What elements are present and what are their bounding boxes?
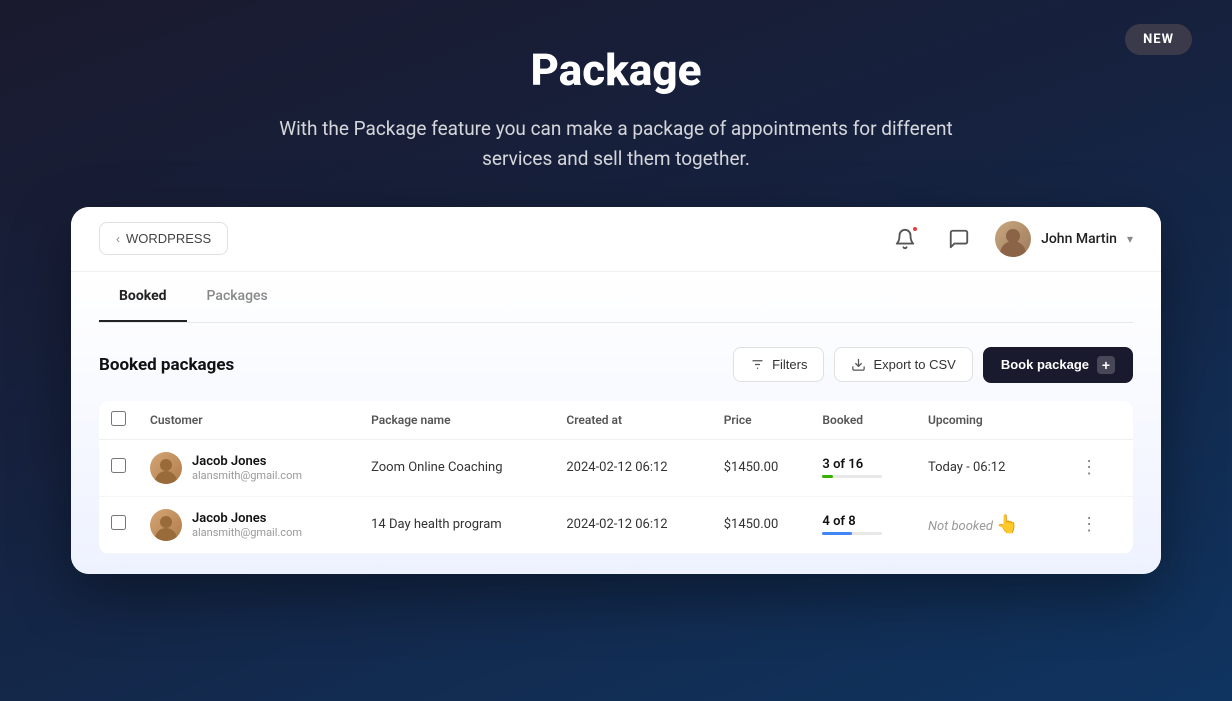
chat-button[interactable] [941,221,977,257]
row-1-created-at: 2024-02-12 06:12 [554,439,711,496]
table-actions: Filters Export to CSV Book package + [733,347,1133,383]
topbar: ‹ WORDPRESS John Martin [71,207,1161,272]
back-button[interactable]: ‹ WORDPRESS [99,222,228,255]
table-row: Jacob Jones alansmith@gmail.com Zoom Onl… [99,439,1133,496]
user-name-label: John Martin [1041,231,1117,247]
chat-icon [948,228,970,250]
row-1-progress-fill [822,475,833,478]
package-name-column-header: Package name [359,401,554,440]
topbar-left: ‹ WORDPRESS [99,222,228,255]
row-2-package-name: 14 Day health program [359,496,554,553]
select-all-column [99,401,138,440]
avatar [995,221,1031,257]
table-title: Booked packages [99,355,234,375]
user-menu[interactable]: John Martin ▾ [995,221,1133,257]
row-2-more-button[interactable]: ⋮ [1072,510,1121,539]
app-window: ‹ WORDPRESS John Martin [71,207,1161,574]
filters-button[interactable]: Filters [733,347,824,382]
row-1-avatar [150,452,182,484]
back-button-label: WORDPRESS [126,231,211,246]
row-1-more-button[interactable]: ⋮ [1072,453,1121,482]
topbar-right: John Martin ▾ [887,221,1133,257]
page-title: Package [0,44,1232,96]
notification-dot [911,225,919,233]
tabs-bar: Booked Packages [99,272,1133,323]
row-1-price: $1450.00 [712,439,811,496]
row-2-progress-fill [822,532,852,535]
download-icon [851,357,866,372]
hero-section: Package With the Package feature you can… [0,0,1232,207]
table-row: Jacob Jones alansmith@gmail.com 14 Day h… [99,496,1133,553]
notifications-button[interactable] [887,221,923,257]
content-area: Booked Packages Booked packages Filters [71,272,1161,574]
row-1-package-name: Zoom Online Coaching [359,439,554,496]
chevron-down-icon: ▾ [1127,232,1133,246]
chevron-left-icon: ‹ [116,232,120,246]
filters-icon [750,357,765,372]
price-column-header: Price [712,401,811,440]
row-2-checkbox[interactable] [111,515,126,530]
tab-packages[interactable]: Packages [187,272,288,322]
row-2-avatar [150,509,182,541]
row-1-upcoming: Today - 06:12 [916,439,1060,496]
table-header-row: Booked packages Filters [99,347,1133,383]
upcoming-column-header: Upcoming [916,401,1060,440]
row-1-customer: Jacob Jones alansmith@gmail.com [138,439,359,496]
row-1-checkbox[interactable] [111,458,126,473]
created-at-column-header: Created at [554,401,711,440]
book-package-button[interactable]: Book package + [983,347,1133,383]
book-plus-icon: + [1097,356,1115,374]
page-subtitle: With the Package feature you can make a … [266,114,966,175]
export-csv-button[interactable]: Export to CSV [834,347,972,382]
row-2-booked: 4 of 8 [810,496,916,553]
new-badge: NEW [1125,24,1192,55]
row-2-actions: ⋮ [1060,496,1133,553]
row-2-checkbox-cell [99,496,138,553]
row-1-actions: ⋮ [1060,439,1133,496]
customer-column-header: Customer [138,401,359,440]
bookings-table: Customer Package name Created at Price B… [99,401,1133,554]
row-1-progress-bar [822,475,882,478]
row-1-checkbox-cell [99,439,138,496]
row-2-price: $1450.00 [712,496,811,553]
row-1-booked: 3 of 16 [810,439,916,496]
row-2-progress-bar [822,532,882,535]
cursor-icon: 👆 [996,514,1018,535]
select-all-checkbox[interactable] [111,411,126,426]
row-2-upcoming: Not booked 👆 [916,496,1060,553]
tab-booked[interactable]: Booked [99,272,187,322]
actions-column-header [1060,401,1133,440]
row-2-created-at: 2024-02-12 06:12 [554,496,711,553]
booked-column-header: Booked [810,401,916,440]
row-2-customer: Jacob Jones alansmith@gmail.com [138,496,359,553]
